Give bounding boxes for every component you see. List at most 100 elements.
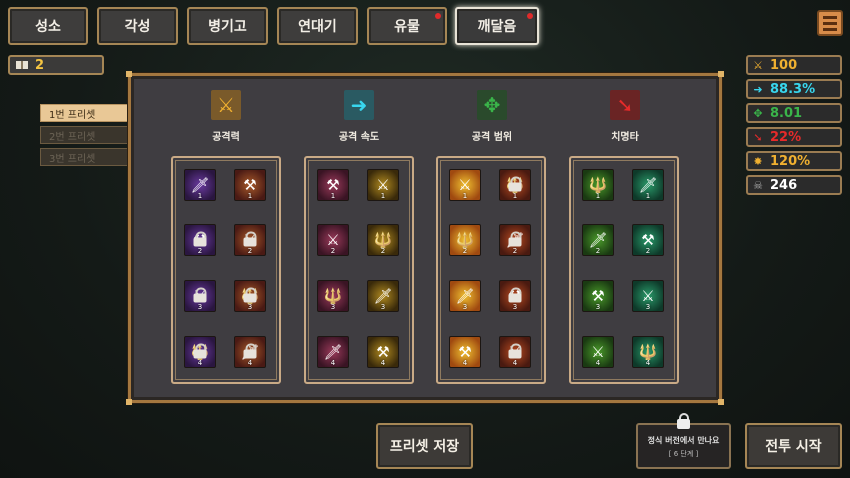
enlightenment-slot[interactable]: 🔱4 <box>184 336 216 368</box>
enlightenment-slot[interactable]: ⚔ 1 <box>449 169 481 201</box>
stat-attack-speed: ➜ 88.3% <box>746 79 842 99</box>
enlightenment-slot[interactable]: 🗡 1 <box>632 169 664 201</box>
slot-level: 4 <box>645 359 651 367</box>
burst-icon: ✸ <box>753 154 763 168</box>
preset-1[interactable]: 1번 프리셋 <box>40 104 128 122</box>
tab-armory[interactable]: 병기고 <box>187 7 268 45</box>
lock-body <box>508 349 522 359</box>
enlightenment-slot[interactable]: ⚒2 <box>632 224 664 256</box>
enlightenment-slot[interactable]: ⚒ 1 <box>317 169 349 201</box>
tab-chronicle[interactable]: 연대기 <box>277 7 358 45</box>
enlightenment-slot[interactable]: ⚔3 <box>632 280 664 312</box>
tab-label: 각성 <box>124 19 151 35</box>
lock-body <box>677 419 690 429</box>
enlightenment-slot[interactable]: ⚒3 <box>582 280 614 312</box>
enlightenment-slot[interactable]: ⚒ 1 <box>234 169 266 201</box>
enlightenment-slot[interactable]: 🗡 3 <box>367 280 399 312</box>
arrow-down-right-icon: ➘ <box>610 90 640 120</box>
notification-dot <box>527 13 533 19</box>
stat-critical: ➘ 22% <box>746 127 842 147</box>
weapon-icon: ⚔ <box>326 230 340 249</box>
lock-icon <box>508 343 522 359</box>
slot-level: 4 <box>197 359 203 367</box>
stat-value: 22% <box>770 129 802 145</box>
weapon-icon: 🔱 <box>373 230 393 249</box>
enlightenment-slot[interactable]: ⚔2 <box>317 224 349 256</box>
slot-level: 1 <box>595 192 601 200</box>
locked-stage-button[interactable]: 정식 버전에서 만나요 [ 6 단계 ] <box>636 423 731 469</box>
lock-icon <box>243 231 257 247</box>
tab-label: 연대기 <box>298 19 337 35</box>
lock-icon <box>243 287 257 303</box>
slot-level: 3 <box>197 303 203 311</box>
enlightenment-slot[interactable]: 🗡4 <box>317 336 349 368</box>
slot-level: 3 <box>247 303 253 311</box>
tab-sanctuary[interactable]: 성소 <box>8 7 88 45</box>
book-counter: 2 <box>8 55 104 75</box>
tab-awakening[interactable]: 각성 <box>97 7 178 45</box>
battle-start-button[interactable]: 전투 시작 <box>745 423 842 469</box>
preset-label: 3번 프리셋 <box>49 153 96 165</box>
weapon-icon: ⚔ <box>458 175 472 194</box>
menu-list-button[interactable] <box>817 10 843 36</box>
weapon-icon: 🔱 <box>638 342 658 361</box>
tab-label: 병기고 <box>208 19 247 35</box>
preset-3[interactable]: 3번 프리셋 <box>40 148 128 166</box>
enlightenment-slot[interactable]: ⚒ 4 <box>367 336 399 368</box>
tab-enlightenment[interactable]: 깨달음 <box>455 7 539 45</box>
tab-label: 깨달음 <box>477 19 517 35</box>
preset-2[interactable]: 2번 프리셋 <box>40 126 128 144</box>
cross-arrows-icon: ✥ <box>753 106 763 120</box>
enlightenment-slot[interactable]: 🔱4 <box>632 336 664 368</box>
enlightenment-slot[interactable]: 🔱3 <box>234 280 266 312</box>
slot-level: 2 <box>462 247 468 255</box>
stat-value: 100 <box>770 57 798 73</box>
enlightenment-slot[interactable]: 🔱1 <box>582 169 614 201</box>
enlightenment-slot[interactable]: 🔱 2 <box>449 224 481 256</box>
enlightenment-slot[interactable]: ⚒2 <box>184 224 216 256</box>
weapon-icon: 🔱 <box>588 175 608 194</box>
weapon-icon: ⚒ <box>243 175 257 194</box>
enlightenment-slot[interactable]: 🗡2 <box>499 224 531 256</box>
notification-dot <box>435 13 441 19</box>
save-preset-button[interactable]: 프리셋 저장 <box>376 423 473 469</box>
locked-stage-text: 정식 버전에서 만나요 <box>647 436 720 445</box>
weapon-icon: 🗡 <box>455 286 475 305</box>
weapon-icon: 🗡 <box>323 342 343 361</box>
slot-level: 2 <box>197 247 203 255</box>
category-label: 치명타 <box>611 132 639 143</box>
lock-icon <box>193 343 207 359</box>
weapon-icon: ⚒ <box>591 286 605 305</box>
stat-value: 88.3% <box>770 81 816 97</box>
weapon-icon: ⚔ <box>591 342 605 361</box>
preset-label: 2번 프리셋 <box>49 131 96 143</box>
slot-level: 3 <box>595 303 601 311</box>
weapon-icon: 🔱 <box>323 286 343 305</box>
weapon-icon: ⚔ <box>641 286 655 305</box>
enlightenment-slot[interactable]: 🔱1 <box>499 169 531 201</box>
slot-level: 1 <box>330 192 336 200</box>
stat-attack: ⚔ 100 <box>746 55 842 75</box>
slot-level: 2 <box>330 247 336 255</box>
menu-line <box>823 27 837 31</box>
enlightenment-slot[interactable]: ⚔4 <box>582 336 614 368</box>
enlightenment-slot[interactable]: ⚔4 <box>499 336 531 368</box>
enlightenment-slot[interactable]: ⚔ 1 <box>367 169 399 201</box>
enlightenment-slot[interactable]: ⚒3 <box>499 280 531 312</box>
enlightenment-slot[interactable]: 🗡2 <box>582 224 614 256</box>
enlightenment-slot[interactable]: ⚔2 <box>234 224 266 256</box>
lock-icon <box>193 231 207 247</box>
stat-kills: ☠ 246 <box>746 175 842 195</box>
arrow-down-right-icon: ➘ <box>753 130 763 144</box>
stat-crit-damage: ✸ 120% <box>746 151 842 171</box>
slot-level: 4 <box>462 359 468 367</box>
enlightenment-slot[interactable]: 🔱 2 <box>367 224 399 256</box>
enlightenment-slot[interactable]: ⚒ 4 <box>449 336 481 368</box>
enlightenment-slot[interactable]: 🗡4 <box>234 336 266 368</box>
lock-body <box>243 293 257 303</box>
enlightenment-slot[interactable]: ⚔3 <box>184 280 216 312</box>
enlightenment-slot[interactable]: 🔱3 <box>317 280 349 312</box>
tab-relic[interactable]: 유물 <box>367 7 447 45</box>
enlightenment-slot[interactable]: 🗡 1 <box>184 169 216 201</box>
enlightenment-slot[interactable]: 🗡 3 <box>449 280 481 312</box>
